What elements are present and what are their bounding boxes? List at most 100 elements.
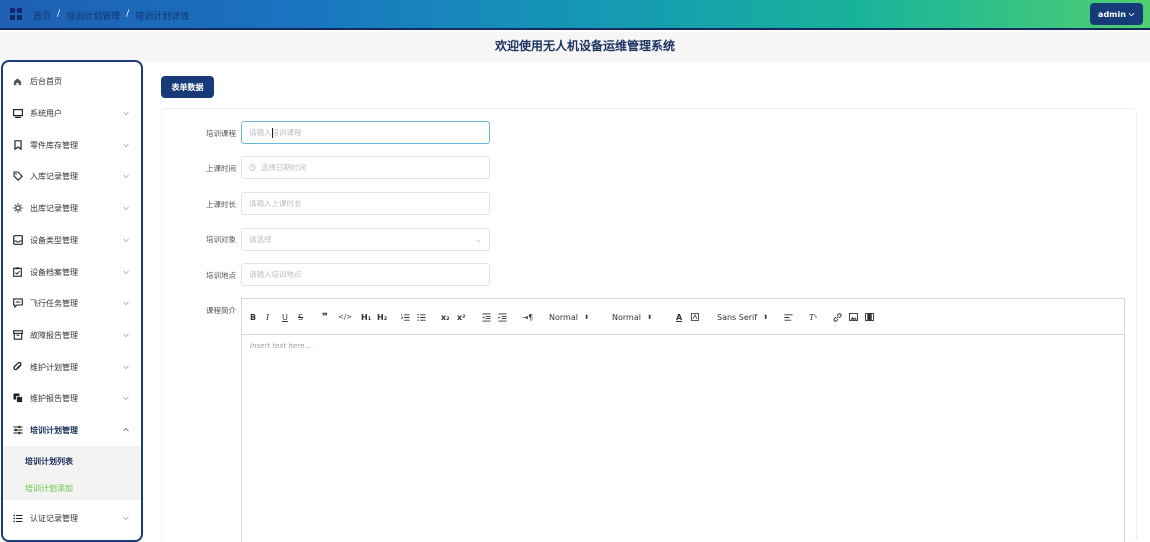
chevron-down-icon <box>123 365 129 370</box>
align-left-icon[interactable] <box>784 311 793 323</box>
sidebar-item-fault-reports[interactable]: 故障报告管理 <box>3 325 141 345</box>
subscript-icon[interactable]: x₂ <box>441 311 450 323</box>
chevron-down-icon <box>123 111 129 116</box>
strikethrough-icon[interactable]: S <box>298 311 303 323</box>
font-dropdown[interactable]: Sans Serif ⬍ <box>717 311 768 323</box>
class-time-picker[interactable]: 选择日期时间 <box>241 156 490 179</box>
copy-icon <box>12 393 23 404</box>
sidebar-item-outbound-records[interactable]: 出库记录管理 <box>3 198 141 218</box>
clear-format-icon[interactable]: Tx <box>809 311 817 323</box>
message-icon <box>12 298 23 309</box>
bullet-list-icon[interactable] <box>417 311 426 323</box>
outdent-icon[interactable] <box>482 311 491 323</box>
chevron-down-icon <box>1128 12 1135 16</box>
sidebar-item-inbound-records[interactable]: 入库记录管理 <box>3 166 141 186</box>
chevron-down-icon <box>123 238 129 243</box>
sliders-icon <box>12 425 23 436</box>
archive-icon <box>12 330 23 341</box>
sidebar-item-home[interactable]: 后台首页 <box>3 71 141 91</box>
field-label-class-time: 上课时间 <box>206 164 236 173</box>
field-label-course-intro: 课程简介 <box>206 306 236 315</box>
sidebar-item-flight-tasks[interactable]: 飞行任务管理 <box>3 293 141 313</box>
chevron-down-icon <box>476 239 481 243</box>
chevron-down-icon <box>123 396 129 401</box>
form-data-tab[interactable]: 表单数据 <box>161 76 214 98</box>
sidebar-item-label: 设备档案管理 <box>30 267 78 277</box>
sidebar-item-label: 维护报告管理 <box>30 393 78 403</box>
code-block-icon[interactable]: </> <box>338 311 352 323</box>
sidebar-item-device-types[interactable]: 设备类型管理 <box>3 230 141 250</box>
clock-icon <box>249 164 256 171</box>
video-icon[interactable] <box>865 311 874 323</box>
background-color-icon[interactable] <box>691 311 699 323</box>
chevron-down-icon <box>123 143 129 148</box>
sidebar-item-label: 认证记录管理 <box>30 513 78 523</box>
italic-icon[interactable]: I <box>266 311 269 323</box>
sidebar-item-training-plans[interactable]: 培训计划管理 <box>3 420 141 440</box>
course-input-placeholder: 请输入培训课程 <box>249 128 302 137</box>
sidebar-item-device-archives[interactable]: 设备档案管理 <box>3 262 141 282</box>
top-bar: 首页 / 培训计划管理 / 培训计划详情 admin <box>0 0 1150 30</box>
chevron-down-icon <box>123 174 129 179</box>
sun-icon <box>12 203 23 214</box>
font-color-icon[interactable]: A <box>676 311 682 323</box>
field-label-location: 培训地点 <box>206 271 236 280</box>
tag-icon <box>12 171 23 182</box>
user-menu-button[interactable]: admin <box>1090 3 1143 25</box>
breadcrumb-separator: / <box>126 9 130 19</box>
trainees-select[interactable]: 请选择 <box>241 228 490 251</box>
chevron-down-icon <box>123 270 129 275</box>
blockquote-icon[interactable]: ❞ <box>322 311 328 323</box>
bold-icon[interactable]: B <box>250 311 256 323</box>
indent-icon[interactable] <box>498 311 507 323</box>
chevron-down-icon <box>123 206 129 211</box>
dropdown-arrows-icon: ⬍ <box>583 313 589 321</box>
link-icon[interactable] <box>833 311 842 323</box>
size-dropdown[interactable]: Normal ⬍ <box>549 311 589 323</box>
breadcrumb-separator: / <box>57 9 61 19</box>
breadcrumb-section[interactable]: 培训计划管理 <box>66 9 120 22</box>
breadcrumb-home[interactable]: 首页 <box>33 9 51 22</box>
class-time-placeholder: 选择日期时间 <box>261 163 306 172</box>
course-intro-editor[interactable]: B I U S ❞ </> H₁ H₂ x₂ x² ⇥¶ Normal ⬍ No… <box>241 298 1125 542</box>
sidebar-item-parts-inventory[interactable]: 零件库存管理 <box>3 135 141 155</box>
image-icon[interactable] <box>849 311 858 323</box>
sidebar-item-label: 零件库存管理 <box>30 140 78 150</box>
chevron-down-icon <box>123 333 129 338</box>
duration-input[interactable]: 请输入上课时长 <box>241 192 490 215</box>
editor-placeholder: Insert text here ... <box>250 342 314 350</box>
sidebar: 后台首页 系统用户 零件库存管理 入库记录管理 出库记录管理 设备类型管理 设备… <box>1 60 143 542</box>
location-input-placeholder: 请输入培训地点 <box>249 270 302 279</box>
dropdown-arrows-icon: ⬍ <box>763 313 769 321</box>
sidebar-item-certification-records[interactable]: 认证记录管理 <box>3 508 141 528</box>
menu-grid-icon[interactable] <box>10 8 22 20</box>
submenu-item-training-plan-list[interactable]: 培训计划列表 <box>25 456 73 467</box>
text-direction-icon[interactable]: ⇥¶ <box>522 311 533 323</box>
header-dropdown-label: Normal <box>612 312 641 322</box>
submenu-item-training-plan-add[interactable]: 培训计划添加 <box>25 483 73 494</box>
sidebar-item-label: 培训计划管理 <box>30 425 78 435</box>
header-2-icon[interactable]: H₂ <box>377 311 387 323</box>
header-dropdown[interactable]: Normal ⬍ <box>612 311 652 323</box>
sidebar-item-system-users[interactable]: 系统用户 <box>3 103 141 123</box>
bookmark-icon <box>12 140 23 151</box>
location-input[interactable]: 请输入培训地点 <box>241 263 490 286</box>
header-1-icon[interactable]: H₁ <box>361 311 371 323</box>
sidebar-item-label: 出库记录管理 <box>30 203 78 213</box>
sidebar-item-label: 维护计划管理 <box>30 362 78 372</box>
page-title: 欢迎使用无人机设备运维管理系统 <box>0 32 1150 62</box>
course-input[interactable]: 请输入培训课程 <box>241 121 490 144</box>
size-dropdown-label: Normal <box>549 312 578 322</box>
sidebar-item-maintenance-reports[interactable]: 维护报告管理 <box>3 388 141 408</box>
underline-icon[interactable]: U <box>282 311 288 323</box>
monitor-icon <box>12 108 23 119</box>
dropdown-arrows-icon: ⬍ <box>646 313 652 321</box>
trainees-select-placeholder: 请选择 <box>249 235 272 244</box>
superscript-icon[interactable]: x² <box>457 311 466 323</box>
home-icon <box>12 76 23 87</box>
ordered-list-icon[interactable] <box>401 311 410 323</box>
submenu-training-plans: 培训计划列表 培训计划添加 <box>3 446 141 500</box>
sidebar-item-label: 飞行任务管理 <box>30 298 78 308</box>
chevron-up-icon <box>123 427 129 432</box>
sidebar-item-maintenance-plans[interactable]: 维护计划管理 <box>3 357 141 377</box>
